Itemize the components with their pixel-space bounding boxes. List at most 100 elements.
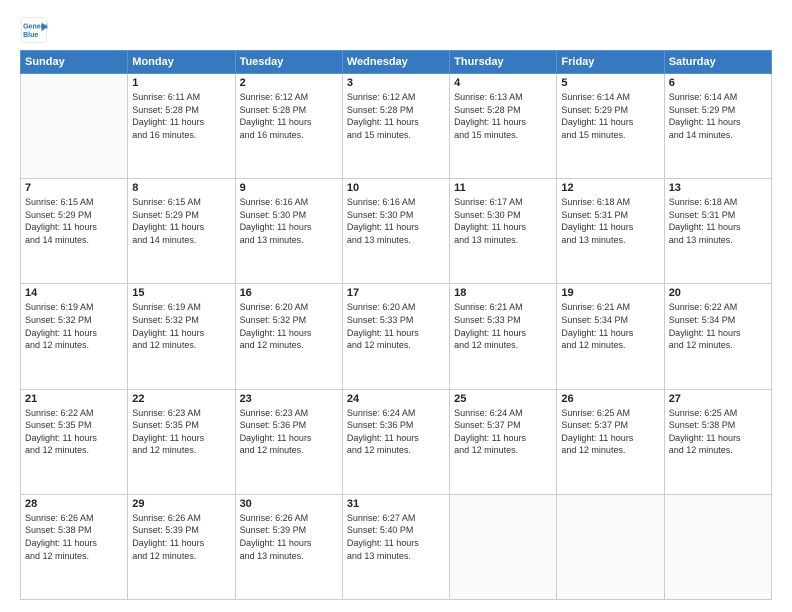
calendar-cell: 17Sunrise: 6:20 AM Sunset: 5:33 PM Dayli… bbox=[342, 284, 449, 389]
day-number: 1 bbox=[132, 77, 230, 89]
day-number: 31 bbox=[347, 498, 445, 510]
calendar-cell: 12Sunrise: 6:18 AM Sunset: 5:31 PM Dayli… bbox=[557, 179, 664, 284]
day-number: 12 bbox=[561, 182, 659, 194]
calendar-week-5: 28 Sunrise: 6:26 AM Sunset: 5:38 PM Dayli… bbox=[21, 494, 772, 599]
day-info: Sunrise: 6:24 AM Sunset: 5:37 PM Dayligh… bbox=[454, 407, 552, 457]
day-info: Sunrise: 6:12 AM Sunset: 5:28 PM Dayligh… bbox=[240, 91, 338, 141]
day-info: Sunrise: 6:11 AM Sunset: 5:28 PM Dayligh… bbox=[132, 91, 230, 141]
day-number: 25 bbox=[454, 393, 552, 405]
calendar-cell: 8Sunrise: 6:15 AM Sunset: 5:29 PM Daylig… bbox=[128, 179, 235, 284]
day-number: 11 bbox=[454, 182, 552, 194]
day-number: 10 bbox=[347, 182, 445, 194]
day-number: 26 bbox=[561, 393, 659, 405]
day-number: 6 bbox=[669, 77, 767, 89]
day-number: 15 bbox=[132, 287, 230, 299]
day-info: Sunrise: 6:25 AM Sunset: 5:38 PM Dayligh… bbox=[669, 407, 767, 457]
calendar-cell: 24 Sunrise: 6:24 AM Sunset: 5:36 PM Dayli… bbox=[342, 389, 449, 494]
calendar-cell: 2 Sunrise: 6:12 AM Sunset: 5:28 PM Daylig… bbox=[235, 74, 342, 179]
day-info: Sunrise: 6:23 AM Sunset: 5:36 PM Dayligh… bbox=[240, 407, 338, 457]
day-number: 20 bbox=[669, 287, 767, 299]
day-info: Sunrise: 6:20 AM Sunset: 5:32 PM Dayligh… bbox=[240, 301, 338, 351]
calendar-cell: 19 Sunrise: 6:21 AM Sunset: 5:34 PM Dayli… bbox=[557, 284, 664, 389]
day-number: 18 bbox=[454, 287, 552, 299]
day-number: 16 bbox=[240, 287, 338, 299]
day-info: Sunrise: 6:14 AM Sunset: 5:29 PM Dayligh… bbox=[561, 91, 659, 141]
calendar-cell: 23 Sunrise: 6:23 AM Sunset: 5:36 PM Dayli… bbox=[235, 389, 342, 494]
calendar-cell: 10 Sunrise: 6:16 AM Sunset: 5:30 PM Dayli… bbox=[342, 179, 449, 284]
calendar-cell: 18 Sunrise: 6:21 AM Sunset: 5:33 PM Dayli… bbox=[450, 284, 557, 389]
day-number: 28 bbox=[25, 498, 123, 510]
calendar-week-1: 1 Sunrise: 6:11 AM Sunset: 5:28 PM Daylig… bbox=[21, 74, 772, 179]
day-info: Sunrise: 6:26 AM Sunset: 5:38 PM Dayligh… bbox=[25, 512, 123, 562]
calendar-week-2: 7 Sunrise: 6:15 AM Sunset: 5:29 PM Daylig… bbox=[21, 179, 772, 284]
day-number: 14 bbox=[25, 287, 123, 299]
day-info: Sunrise: 6:21 AM Sunset: 5:33 PM Dayligh… bbox=[454, 301, 552, 351]
day-info: Sunrise: 6:15 AM Sunset: 5:29 PM Dayligh… bbox=[132, 196, 230, 246]
day-info: Sunrise: 6:22 AM Sunset: 5:34 PM Dayligh… bbox=[669, 301, 767, 351]
day-number: 30 bbox=[240, 498, 338, 510]
day-number: 24 bbox=[347, 393, 445, 405]
calendar-cell: 26 Sunrise: 6:25 AM Sunset: 5:37 PM Dayli… bbox=[557, 389, 664, 494]
calendar-cell bbox=[21, 74, 128, 179]
calendar-cell: 1 Sunrise: 6:11 AM Sunset: 5:28 PM Daylig… bbox=[128, 74, 235, 179]
calendar-cell: 27 Sunrise: 6:25 AM Sunset: 5:38 PM Dayli… bbox=[664, 389, 771, 494]
day-info: Sunrise: 6:21 AM Sunset: 5:34 PM Dayligh… bbox=[561, 301, 659, 351]
column-header-friday: Friday bbox=[557, 51, 664, 74]
calendar-cell: 25 Sunrise: 6:24 AM Sunset: 5:37 PM Dayli… bbox=[450, 389, 557, 494]
day-info: Sunrise: 6:23 AM Sunset: 5:35 PM Dayligh… bbox=[132, 407, 230, 457]
day-number: 13 bbox=[669, 182, 767, 194]
calendar-week-3: 14 Sunrise: 6:19 AM Sunset: 5:32 PM Dayli… bbox=[21, 284, 772, 389]
day-number: 22 bbox=[132, 393, 230, 405]
calendar-cell: 20 Sunrise: 6:22 AM Sunset: 5:34 PM Dayli… bbox=[664, 284, 771, 389]
day-info: Sunrise: 6:27 AM Sunset: 5:40 PM Dayligh… bbox=[347, 512, 445, 562]
day-info: Sunrise: 6:13 AM Sunset: 5:28 PM Dayligh… bbox=[454, 91, 552, 141]
logo: General Blue bbox=[20, 16, 48, 44]
calendar-cell: 3Sunrise: 6:12 AM Sunset: 5:28 PM Daylig… bbox=[342, 74, 449, 179]
calendar-header-row: SundayMondayTuesdayWednesdayThursdayFrid… bbox=[21, 51, 772, 74]
calendar-cell: 31 Sunrise: 6:27 AM Sunset: 5:40 PM Dayli… bbox=[342, 494, 449, 599]
day-info: Sunrise: 6:16 AM Sunset: 5:30 PM Dayligh… bbox=[240, 196, 338, 246]
column-header-saturday: Saturday bbox=[664, 51, 771, 74]
day-number: 23 bbox=[240, 393, 338, 405]
day-number: 2 bbox=[240, 77, 338, 89]
day-info: Sunrise: 6:24 AM Sunset: 5:36 PM Dayligh… bbox=[347, 407, 445, 457]
logo-icon: General Blue bbox=[20, 16, 48, 44]
day-number: 5 bbox=[561, 77, 659, 89]
calendar-cell: 9 Sunrise: 6:16 AM Sunset: 5:30 PM Daylig… bbox=[235, 179, 342, 284]
day-number: 27 bbox=[669, 393, 767, 405]
day-info: Sunrise: 6:16 AM Sunset: 5:30 PM Dayligh… bbox=[347, 196, 445, 246]
calendar-cell: 5 Sunrise: 6:14 AM Sunset: 5:29 PM Daylig… bbox=[557, 74, 664, 179]
day-number: 7 bbox=[25, 182, 123, 194]
day-info: Sunrise: 6:18 AM Sunset: 5:31 PM Dayligh… bbox=[669, 196, 767, 246]
calendar-cell bbox=[664, 494, 771, 599]
day-info: Sunrise: 6:17 AM Sunset: 5:30 PM Dayligh… bbox=[454, 196, 552, 246]
calendar-cell bbox=[557, 494, 664, 599]
page: General Blue SundayMondayTuesdayWednesda… bbox=[0, 0, 792, 612]
calendar-cell: 28 Sunrise: 6:26 AM Sunset: 5:38 PM Dayli… bbox=[21, 494, 128, 599]
calendar-week-4: 21 Sunrise: 6:22 AM Sunset: 5:35 PM Dayli… bbox=[21, 389, 772, 494]
calendar-cell: 16 Sunrise: 6:20 AM Sunset: 5:32 PM Dayli… bbox=[235, 284, 342, 389]
column-header-thursday: Thursday bbox=[450, 51, 557, 74]
day-info: Sunrise: 6:14 AM Sunset: 5:29 PM Dayligh… bbox=[669, 91, 767, 141]
column-header-monday: Monday bbox=[128, 51, 235, 74]
calendar-cell: 4 Sunrise: 6:13 AM Sunset: 5:28 PM Daylig… bbox=[450, 74, 557, 179]
calendar-cell: 30Sunrise: 6:26 AM Sunset: 5:39 PM Dayli… bbox=[235, 494, 342, 599]
calendar: SundayMondayTuesdayWednesdayThursdayFrid… bbox=[20, 50, 772, 600]
day-number: 29 bbox=[132, 498, 230, 510]
day-info: Sunrise: 6:15 AM Sunset: 5:29 PM Dayligh… bbox=[25, 196, 123, 246]
calendar-cell: 11 Sunrise: 6:17 AM Sunset: 5:30 PM Dayli… bbox=[450, 179, 557, 284]
day-number: 19 bbox=[561, 287, 659, 299]
day-number: 4 bbox=[454, 77, 552, 89]
calendar-cell: 15 Sunrise: 6:19 AM Sunset: 5:32 PM Dayli… bbox=[128, 284, 235, 389]
column-header-tuesday: Tuesday bbox=[235, 51, 342, 74]
calendar-cell: 13 Sunrise: 6:18 AM Sunset: 5:31 PM Dayli… bbox=[664, 179, 771, 284]
day-number: 9 bbox=[240, 182, 338, 194]
day-number: 17 bbox=[347, 287, 445, 299]
day-info: Sunrise: 6:22 AM Sunset: 5:35 PM Dayligh… bbox=[25, 407, 123, 457]
day-info: Sunrise: 6:25 AM Sunset: 5:37 PM Dayligh… bbox=[561, 407, 659, 457]
day-number: 21 bbox=[25, 393, 123, 405]
calendar-cell: 29Sunrise: 6:26 AM Sunset: 5:39 PM Dayli… bbox=[128, 494, 235, 599]
day-info: Sunrise: 6:19 AM Sunset: 5:32 PM Dayligh… bbox=[25, 301, 123, 351]
calendar-cell: 22 Sunrise: 6:23 AM Sunset: 5:35 PM Dayli… bbox=[128, 389, 235, 494]
day-info: Sunrise: 6:19 AM Sunset: 5:32 PM Dayligh… bbox=[132, 301, 230, 351]
